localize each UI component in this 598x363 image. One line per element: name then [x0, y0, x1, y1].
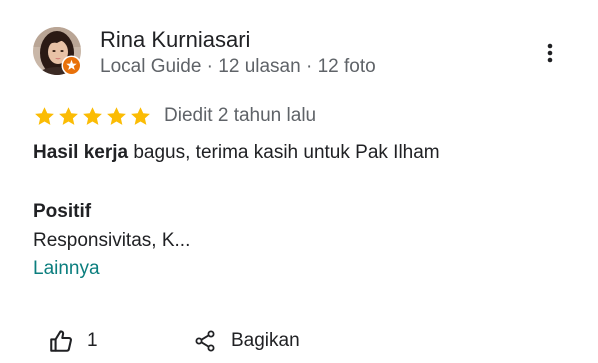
review-card: Rina Kurniasari Local Guide · 12 ulasan …	[0, 0, 598, 363]
star-icon	[107, 106, 126, 125]
positive-title: Positif	[33, 201, 92, 222]
like-count: 1	[87, 330, 98, 351]
local-guide-badge-icon	[61, 55, 82, 76]
star-icon	[83, 106, 102, 125]
share-label: Bagikan	[231, 330, 300, 351]
positive-value: Responsivitas, K...	[33, 230, 191, 251]
star-icon	[131, 106, 150, 125]
more-link[interactable]: Lainnya	[33, 258, 100, 280]
star-icon	[35, 106, 54, 125]
star-icon	[59, 106, 78, 125]
review-text: Hasil kerja bagus, terima kasih untuk Pa…	[33, 142, 440, 164]
review-text-bold: Hasil kerja	[33, 142, 129, 163]
share-button[interactable]: Bagikan	[193, 326, 300, 356]
like-button[interactable]: 1	[48, 326, 98, 356]
review-text-rest: bagus, terima kasih untuk Pak Ilham	[128, 142, 440, 163]
reviewer-name[interactable]: Rina Kurniasari	[100, 27, 250, 53]
more-options-button[interactable]	[538, 38, 562, 68]
edited-date: Diedit 2 tahun lalu	[164, 105, 317, 126]
more-vert-icon	[547, 43, 553, 63]
reviewer-meta: Local Guide · 12 ulasan · 12 foto	[100, 56, 376, 77]
rating-row: Diedit 2 tahun lalu	[33, 102, 316, 130]
thumbs-up-icon	[50, 330, 72, 352]
star-rating	[33, 105, 152, 128]
share-icon	[195, 330, 215, 352]
reviewer-avatar[interactable]	[33, 27, 82, 76]
